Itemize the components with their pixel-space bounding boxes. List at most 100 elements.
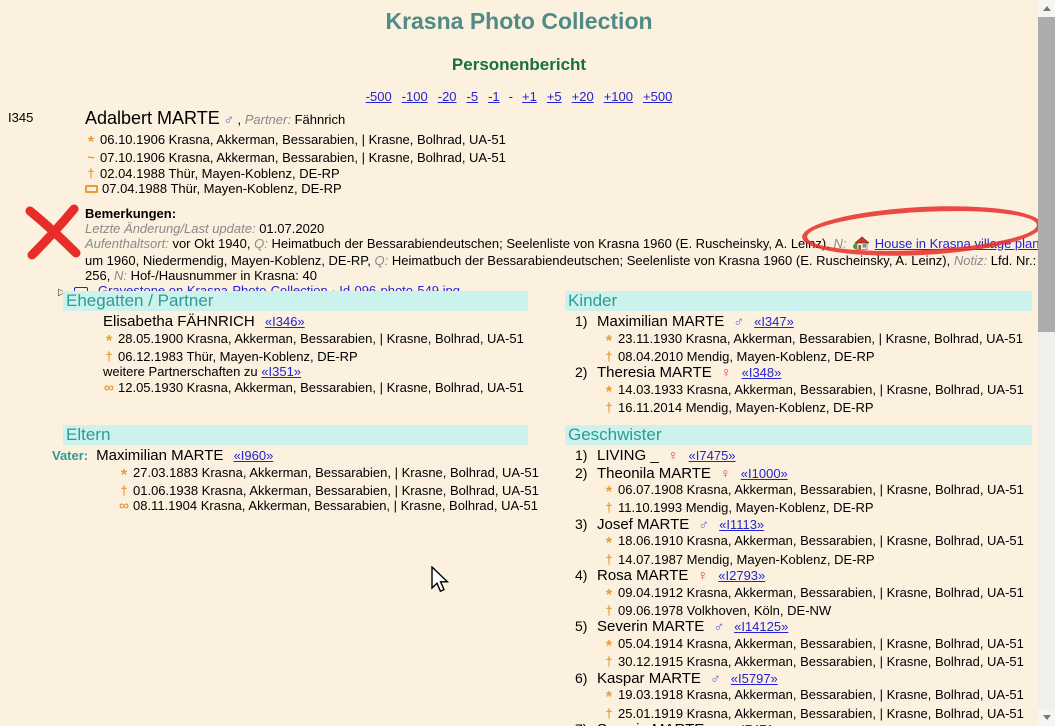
scroll-down-button[interactable]	[1038, 709, 1055, 726]
section-siblings: Geschwister 1)LIVING _ ♀ «I7475» 2)Theon…	[565, 425, 1032, 726]
sibling-death-text: 14.07.1987 Mendig, Mayen-Koblenz, DE-RP	[618, 552, 875, 567]
more-partnerships-link[interactable]: «I351»	[261, 364, 301, 379]
sibling-item: 3)Josef MARTE ♂ «I1113» *18.06.1910 Kras…	[565, 516, 1032, 567]
birth-row: *06.10.1906 Krasna, Akkerman, Bessarabie…	[85, 132, 1038, 150]
personenbericht-page: Krasna Photo Collection Personenbericht …	[0, 0, 1055, 726]
child-ref-link[interactable]: «I347»	[754, 314, 794, 329]
death-icon: †	[603, 654, 615, 669]
sibling-birth-text: 06.07.1908 Krasna, Akkerman, Bessarabien…	[618, 482, 1024, 497]
nav-link-minus-20[interactable]: -20	[438, 89, 457, 104]
residence-row-3: 256, N: Hof-/Hausnummer in Krasna: 40	[85, 268, 1038, 283]
page-title: Krasna Photo Collection	[0, 8, 1038, 35]
nav-link-plus-1[interactable]: +1	[522, 89, 537, 104]
sibling-ref-link[interactable]: «I7471»	[734, 722, 781, 726]
section-children: Kinder 1)Maximilian MARTE ♂ «I347» *23.1…	[565, 291, 1032, 425]
parents-body: Vater:Maximilian MARTE «I960» *27.03.188…	[52, 445, 528, 514]
residence-row-1: Aufenthaltsort: vor Okt 1940, Q: Heimatb…	[85, 236, 1038, 253]
sibling-birth-text: 18.06.1910 Krasna, Akkerman, Bessarabien…	[618, 533, 1024, 548]
sibling-number: 6)	[575, 670, 597, 688]
nav-link-plus-100[interactable]: +100	[604, 89, 633, 104]
vertical-scrollbar[interactable]	[1038, 0, 1055, 726]
birth-icon: *	[603, 588, 615, 603]
father-name: Maximilian MARTE	[96, 447, 223, 464]
sibling-ref-link[interactable]: «I7475»	[689, 448, 736, 463]
father-death-text: 01.06.1938 Krasna, Akkerman, Bessarabien…	[133, 483, 539, 498]
scroll-down-arrow-icon	[1043, 715, 1051, 720]
sibling-birth-row: *19.03.1918 Krasna, Akkerman, Bessarabie…	[603, 687, 1032, 705]
spouse-death-text: 06.12.1983 Thür, Mayen-Koblenz, DE-RP	[118, 349, 358, 364]
spouse-ref-link[interactable]: «I346»	[265, 314, 305, 329]
sibling-number: 5)	[575, 618, 597, 636]
father-birth-text: 27.03.1883 Krasna, Akkerman, Bessarabien…	[133, 465, 539, 480]
sibling-ref-link[interactable]: «I14125»	[734, 619, 788, 634]
father-birth-row: *27.03.1883 Krasna, Akkerman, Bessarabie…	[118, 465, 528, 483]
child-death-text: 08.04.2010 Mendig, Mayen-Koblenz, DE-RP	[618, 349, 875, 364]
scroll-up-button[interactable]	[1038, 0, 1055, 17]
sibling-item: 5)Severin MARTE ♂ «I14125» *05.04.1914 K…	[565, 618, 1032, 669]
sibling-item: 6)Kaspar MARTE ♂ «I5797» *19.03.1918 Kra…	[565, 670, 1032, 721]
burial-text: 07.04.1988 Thür, Mayen-Koblenz, DE-RP	[102, 181, 342, 196]
sibling-birth-row: *05.04.1914 Krasna, Akkerman, Bessarabie…	[603, 636, 1032, 654]
sibling-ref-link[interactable]: «I1113»	[719, 517, 764, 532]
sibling-ref-link[interactable]: «I2793»	[718, 568, 765, 583]
pagination-nav: -500-100-20-5-1-+1+5+20+100+500	[0, 89, 1038, 104]
sibling-birth-text: 19.03.1918 Krasna, Akkerman, Bessarabien…	[618, 687, 1024, 702]
sibling-ref-link[interactable]: «I5797»	[731, 671, 778, 686]
more-partnerships-label: weitere Partnerschaften zu	[103, 364, 258, 379]
sibling-number: 1)	[575, 447, 597, 465]
spouse-birth-text: 28.05.1900 Krasna, Akkerman, Bessarabien…	[118, 331, 524, 346]
house-plan-link[interactable]: House in Krasna village plan	[875, 236, 1040, 251]
source-label-2: Q:	[375, 253, 389, 268]
spouses-header: Ehegatten / Partner	[63, 291, 528, 311]
sibling-birth-row: *06.07.1908 Krasna, Akkerman, Bessarabie…	[603, 482, 1032, 500]
nav-link-minus-1[interactable]: -1	[488, 89, 500, 104]
nav-link-minus-500[interactable]: -500	[366, 89, 392, 104]
sibling-name: Theonila MARTE	[597, 465, 711, 482]
father-name-row: Vater:Maximilian MARTE «I960»	[52, 447, 528, 465]
child-birth-row: *23.11.1930 Krasna, Akkerman, Bessarabie…	[603, 331, 1032, 349]
birth-icon: *	[603, 334, 615, 349]
father-marriage-text: 08.11.1904 Krasna, Akkerman, Bessarabien…	[133, 498, 538, 513]
sibling-death-text: 09.06.1978 Volkhoven, Köln, DE-NW	[618, 603, 831, 618]
nav-link-plus-5[interactable]: +5	[547, 89, 562, 104]
page-content: Krasna Photo Collection Personenbericht …	[0, 0, 1038, 104]
sibling-details: *06.07.1908 Krasna, Akkerman, Bessarabie…	[603, 482, 1032, 516]
child-name-row: 2)Theresia MARTE ♀ «I348»	[565, 364, 1032, 382]
nav-link-plus-500[interactable]: +500	[643, 89, 672, 104]
child-ref-link[interactable]: «I348»	[742, 365, 782, 380]
father-death-row: †01.06.1938 Krasna, Akkerman, Bessarabie…	[118, 483, 528, 498]
sibling-item: 1)LIVING _ ♀ «I7475»	[565, 447, 1032, 465]
person-id: I345	[8, 110, 33, 125]
sibling-name-row: 4)Rosa MARTE ♀ «I2793»	[565, 567, 1032, 585]
parents-header: Eltern	[63, 425, 528, 445]
father-details: *27.03.1883 Krasna, Akkerman, Bessarabie…	[118, 465, 528, 514]
sibling-name: Josef MARTE	[597, 516, 689, 533]
sibling-number: 2)	[575, 465, 597, 483]
child-details: *14.03.1933 Krasna, Akkerman, Bessarabie…	[603, 382, 1032, 416]
nav-link-minus-100[interactable]: -100	[402, 89, 428, 104]
child-death-text: 16.11.2014 Mendig, Mayen-Koblenz, DE-RP	[618, 400, 874, 415]
father-ref-link[interactable]: «I960»	[234, 448, 274, 463]
person-name: Adalbert MARTE	[85, 108, 220, 128]
note-label-3: N:	[114, 268, 127, 283]
child-item: 1)Maximilian MARTE ♂ «I347» *23.11.1930 …	[565, 313, 1032, 364]
sibling-death-text: 30.12.1915 Krasna, Akkerman, Bessarabien…	[618, 654, 1024, 669]
sibling-name-row: 7)Severin MARTE ♂ «I7471»	[565, 721, 1032, 726]
nav-link-minus-5[interactable]: -5	[467, 89, 479, 104]
siblings-header: Geschwister	[565, 425, 1032, 445]
sibling-name-row: 3)Josef MARTE ♂ «I1113»	[565, 516, 1032, 534]
sibling-ref-link[interactable]: «I1000»	[741, 466, 788, 481]
marriage-icon: ∞	[118, 498, 130, 513]
house-number-text: Hof-/Hausnummer in Krasna: 40	[131, 268, 317, 283]
sibling-details: *05.04.1914 Krasna, Akkerman, Bessarabie…	[603, 636, 1032, 670]
death-icon: †	[603, 349, 615, 364]
scrollbar-thumb[interactable]	[1038, 17, 1055, 332]
death-icon: †	[118, 483, 130, 498]
death-icon: †	[603, 400, 615, 415]
sibling-name: Severin MARTE	[597, 721, 704, 726]
nav-link-plus-20[interactable]: +20	[572, 89, 594, 104]
section-spouses: Ehegatten / Partner Elisabetha FÄHNRICH …	[63, 291, 528, 425]
child-number: 2)	[575, 364, 597, 382]
birth-icon: *	[603, 385, 615, 400]
female-icon: ♀	[698, 567, 709, 583]
